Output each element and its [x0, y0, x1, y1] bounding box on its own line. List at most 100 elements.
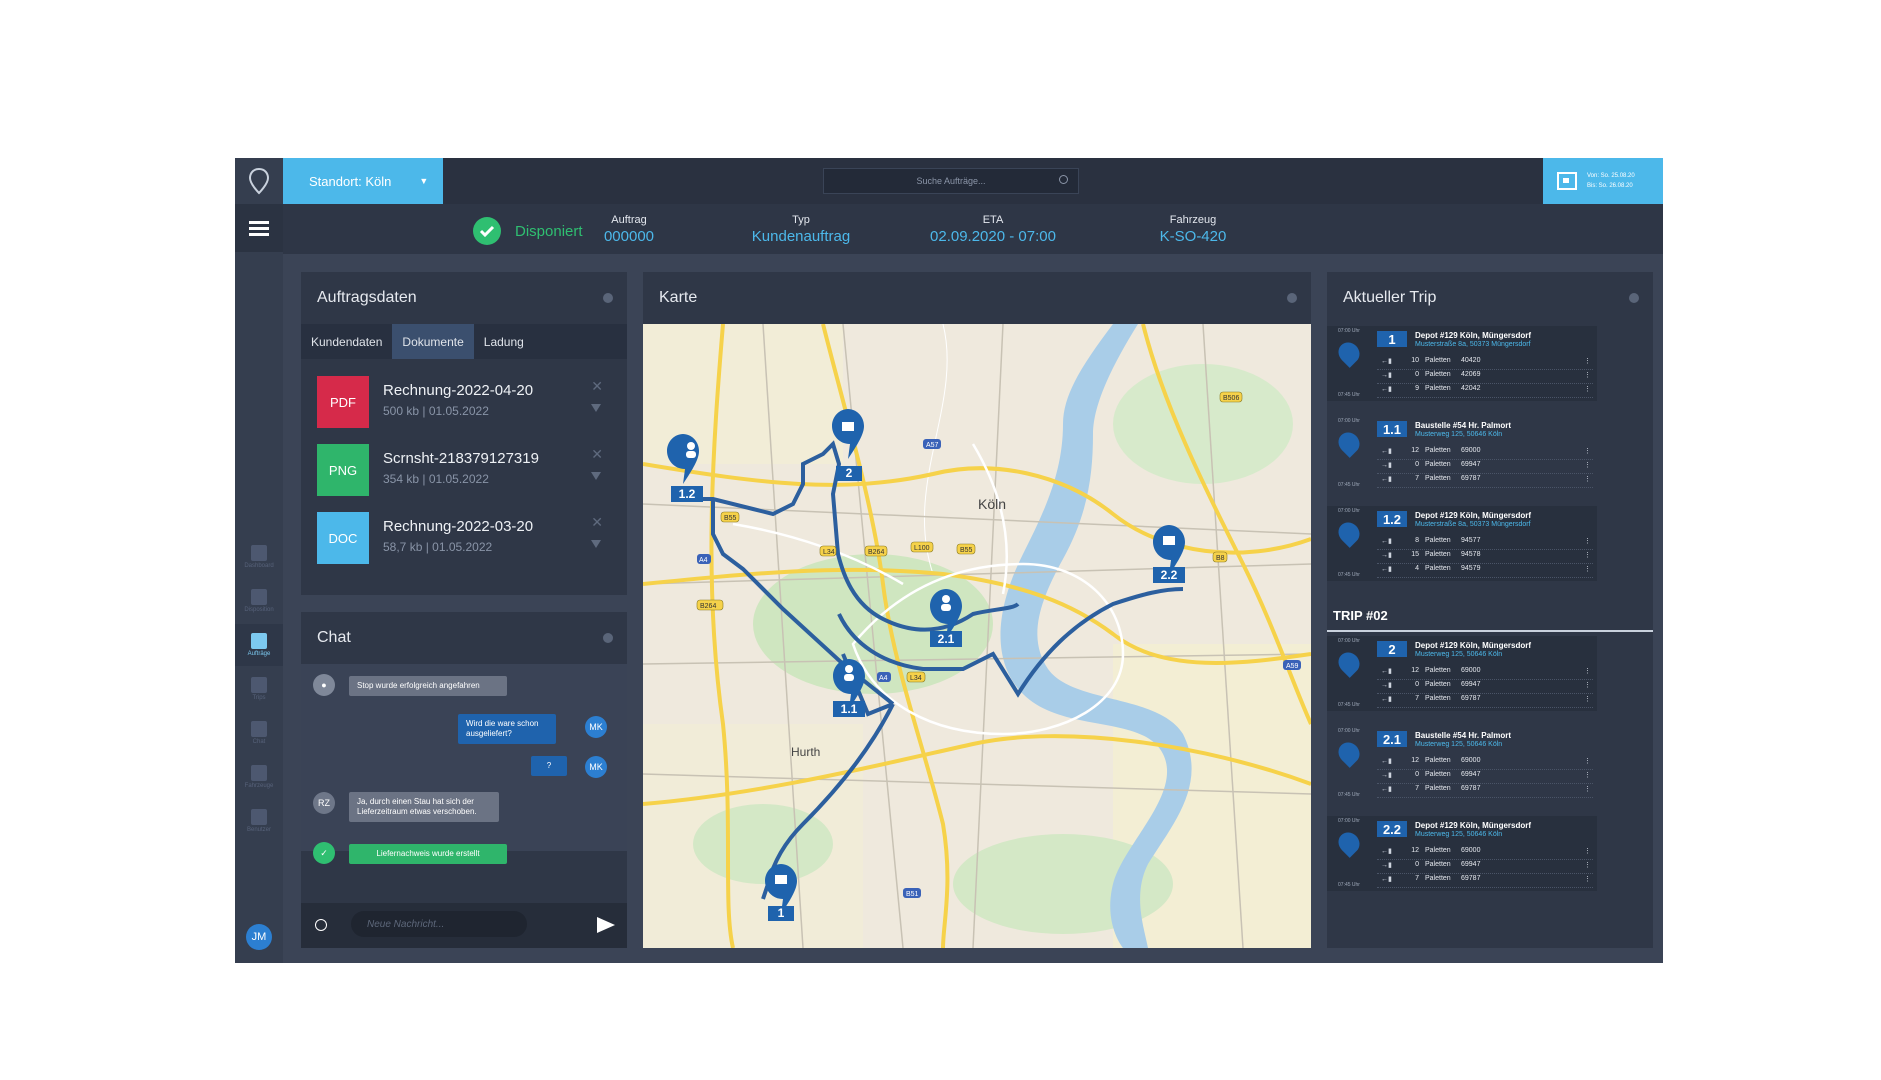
- nav-item-trips[interactable]: Trips: [235, 668, 283, 710]
- more-icon[interactable]: ⋮: [1584, 785, 1591, 793]
- map-marker-2.2[interactable]: 2.2: [1153, 525, 1185, 583]
- more-icon[interactable]: ⋮: [1584, 475, 1591, 483]
- more-icon[interactable]: ⋮: [1584, 371, 1591, 379]
- more-icon[interactable]: ⋮: [1584, 461, 1591, 469]
- document-item[interactable]: PDF Rechnung-2022-04-20 500 kb | 01.05.2…: [317, 374, 607, 430]
- standort-dropdown[interactable]: Standort: Köln ▼: [283, 158, 443, 204]
- unload-arrow-icon: ←▮: [1381, 848, 1392, 855]
- download-icon[interactable]: [591, 404, 601, 412]
- fahrzeug-label: Fahrzeug: [1169, 214, 1217, 226]
- trip-stop[interactable]: 07:00 Uhr 07:45 Uhr 2.2 Depot #129 Köln,…: [1327, 816, 1597, 891]
- document-meta: 354 kb | 01.05.2022: [383, 472, 489, 486]
- more-icon[interactable]: ⋮: [1584, 537, 1591, 545]
- nav-item-dashboard[interactable]: Dashboard: [235, 536, 283, 578]
- hamburger-menu-button[interactable]: [235, 204, 283, 252]
- more-icon[interactable]: ⋮: [1584, 757, 1591, 765]
- more-icon[interactable]: ⋮: [1584, 551, 1591, 559]
- close-icon[interactable]: ✕: [591, 514, 603, 531]
- download-icon[interactable]: [591, 472, 601, 480]
- more-icon[interactable]: ⋮: [1584, 447, 1591, 455]
- disposition-icon: [251, 589, 267, 605]
- more-icon[interactable]: ⋮: [1584, 847, 1591, 855]
- pallet-row: ←▮ 4 Paletten 94579 ⋮: [1377, 565, 1593, 578]
- pallet-row: →▮ 0 Paletten 69947 ⋮: [1377, 861, 1593, 874]
- road-label: A57: [926, 442, 939, 449]
- gear-icon[interactable]: [603, 293, 613, 303]
- nav-item-disposition[interactable]: Disposition: [235, 580, 283, 622]
- document-item[interactable]: DOC Rechnung-2022-03-20 58,7 kb | 01.05.…: [317, 510, 607, 566]
- send-icon[interactable]: [597, 917, 615, 933]
- map-marker-1[interactable]: 1: [765, 864, 797, 921]
- pallet-unit: Paletten: [1425, 385, 1451, 392]
- document-item[interactable]: PNG Scrnsht-218379127319 354 kb | 01.05.…: [317, 442, 607, 498]
- stop-timeline: 07:00 Uhr 07:45 Uhr: [1333, 328, 1365, 399]
- pallet-code: 69787: [1461, 785, 1481, 792]
- more-icon[interactable]: ⋮: [1584, 875, 1591, 883]
- trip-stop[interactable]: 07:00 Uhr 07:45 Uhr 2 Depot #129 Köln, M…: [1327, 636, 1597, 711]
- road-label: B55: [724, 515, 737, 522]
- more-icon[interactable]: ⋮: [1584, 771, 1591, 779]
- trip-stop[interactable]: 07:00 Uhr 07:45 Uhr 1.2 Depot #129 Köln,…: [1327, 506, 1597, 581]
- pdf-file-icon: PDF: [317, 376, 369, 428]
- map-panel: Karte B506 A57 B55 L34 B264 L100 B55 B8 …: [643, 272, 1311, 948]
- stop-title: Depot #129 Köln, Müngersdorf: [1415, 641, 1532, 650]
- more-icon[interactable]: ⋮: [1584, 357, 1591, 365]
- stop-address: Musterstraße 8a, 50373 Müngersdorf: [1415, 341, 1531, 348]
- time-start: 07:00 Uhr: [1338, 638, 1360, 644]
- tab-ladung[interactable]: Ladung: [474, 324, 534, 359]
- more-icon[interactable]: ⋮: [1584, 681, 1591, 689]
- tab-dokumente[interactable]: Dokumente: [392, 324, 474, 359]
- road-label: B506: [1223, 395, 1239, 402]
- map-marker-1.1[interactable]: 1.1: [833, 659, 865, 717]
- user-avatar[interactable]: JM: [246, 924, 272, 950]
- trip-stop[interactable]: 07:00 Uhr 07:45 Uhr 1.1 Baustelle #54 Hr…: [1327, 416, 1597, 491]
- message-input[interactable]: Neue Nachricht...: [351, 911, 527, 937]
- close-icon[interactable]: ✕: [591, 378, 603, 395]
- nav-item-label: Trips: [252, 695, 266, 701]
- date-range-picker[interactable]: Von: So. 25.08.20 Bis: So. 26.08.20: [1543, 158, 1663, 204]
- more-icon[interactable]: ⋮: [1584, 565, 1591, 573]
- orders-icon: [251, 633, 267, 649]
- download-icon[interactable]: [591, 540, 601, 548]
- trip-stop[interactable]: 07:00 Uhr 07:45 Uhr 1 Depot #129 Köln, M…: [1327, 326, 1597, 401]
- more-icon[interactable]: ⋮: [1584, 695, 1591, 703]
- gear-icon[interactable]: [1629, 293, 1639, 303]
- info-auftrag: Auftrag 000000: [559, 214, 699, 245]
- order-info-bar: Disponiert Auftrag 000000 Typ Kundenauft…: [283, 204, 1663, 254]
- gear-icon[interactable]: [603, 633, 613, 643]
- time-end: 07:45 Uhr: [1338, 482, 1360, 488]
- pallet-row: ←▮ 12 Paletten 69000 ⋮: [1377, 757, 1593, 770]
- more-icon[interactable]: ⋮: [1584, 861, 1591, 869]
- doc-file-icon: DOC: [317, 512, 369, 564]
- close-icon[interactable]: ✕: [591, 446, 603, 463]
- pallet-code: 69787: [1461, 475, 1481, 482]
- nav-item-fahrzeuge[interactable]: Fahrzeuge: [235, 756, 283, 798]
- chat-panel: Chat ● Stop wurde erfolgreich angefahren…: [301, 612, 627, 948]
- more-icon[interactable]: ⋮: [1584, 385, 1591, 393]
- pallet-unit: Paletten: [1425, 357, 1451, 364]
- map-canvas[interactable]: B506 A57 B55 L34 B264 L100 B55 B8 A59 A4…: [643, 324, 1311, 948]
- tab-kundendaten[interactable]: Kundendaten: [301, 324, 392, 359]
- pallet-code: 42042: [1461, 385, 1481, 392]
- pallet-code: 94578: [1461, 551, 1481, 558]
- more-icon[interactable]: ⋮: [1584, 667, 1591, 675]
- pallet-qty: 12: [1411, 447, 1419, 454]
- emoji-icon[interactable]: [315, 919, 327, 931]
- trip-stop[interactable]: 07:00 Uhr 07:45 Uhr 2.1 Baustelle #54 Hr…: [1327, 726, 1597, 801]
- time-start: 07:00 Uhr: [1338, 508, 1360, 514]
- person-pin-icon: [1334, 738, 1364, 768]
- search-input[interactable]: Suche Aufträge...: [823, 168, 1079, 194]
- nav-item-auftraege[interactable]: Aufträge: [235, 624, 283, 666]
- marker-label: 2.2: [1161, 568, 1178, 582]
- nav-item-chat[interactable]: Chat: [235, 712, 283, 754]
- nav-item-benutzer[interactable]: Benutzer: [235, 800, 283, 842]
- message-placeholder: Neue Nachricht...: [367, 918, 445, 930]
- pallet-code: 69947: [1461, 771, 1481, 778]
- pallet-row: ←▮ 12 Paletten 69000 ⋮: [1377, 847, 1593, 860]
- nav-item-label: Disposition: [244, 607, 274, 613]
- stop-address: Musterweg 125, 50646 Köln: [1415, 741, 1503, 748]
- gear-icon[interactable]: [1287, 293, 1297, 303]
- chat-message: ?: [531, 756, 567, 776]
- search-icon[interactable]: [1059, 175, 1068, 184]
- map-marker-2.1[interactable]: 2.1: [930, 589, 962, 647]
